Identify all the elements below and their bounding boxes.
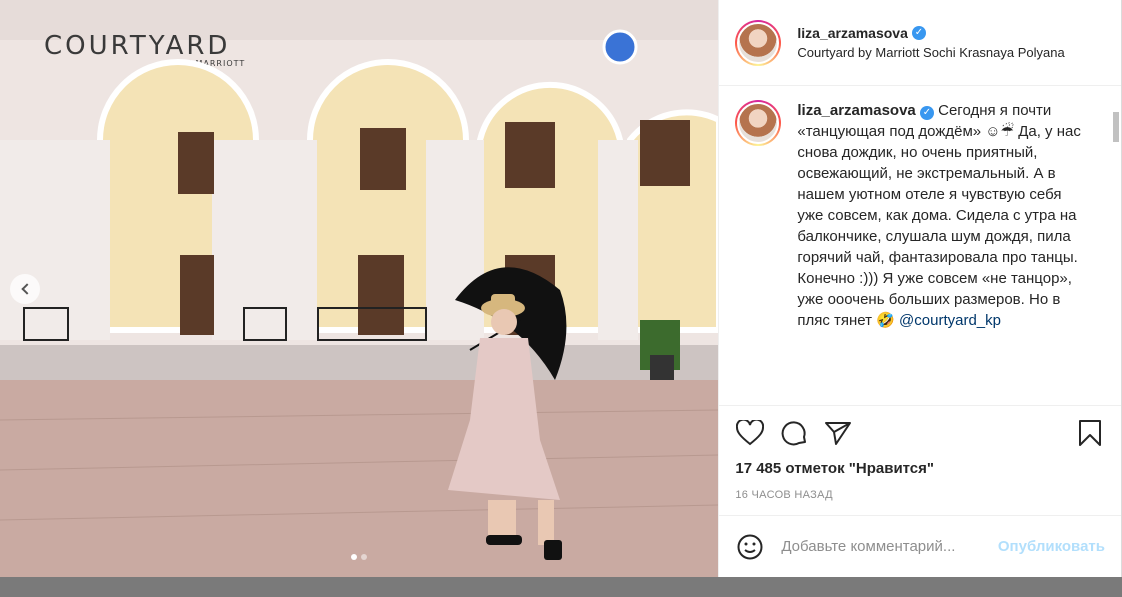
caption-text: Сегодня я почти «танцующая под дождём» ☺… (797, 102, 1081, 329)
building-sign: COURTYARD (44, 31, 230, 61)
caption-avatar[interactable] (735, 100, 782, 146)
comments-scrollbar[interactable] (1113, 106, 1119, 266)
photo-illustration: COURTYARD BY MARRIOTT (0, 0, 719, 577)
verified-badge-icon: ✓ (911, 26, 926, 40)
chevron-left-icon (21, 283, 33, 295)
verified-badge-icon: ✓ (919, 106, 934, 120)
like-heart-icon[interactable] (735, 418, 765, 448)
add-comment-form: Опубликовать (719, 515, 1121, 577)
post-side-panel: liza_arzamasova ✓ Courtyard by Marriott … (718, 0, 1121, 577)
emoji-icon[interactable] (735, 532, 765, 562)
likes-count[interactable]: 17 485 отметок "Нравится" (735, 460, 1105, 477)
page-backdrop (0, 577, 1122, 597)
post-dialog: COURTYARD BY MARRIOTT liza_arzamasova ✓ … (0, 0, 1122, 577)
share-paper-plane-icon[interactable] (823, 418, 853, 448)
comment-bubble-icon[interactable] (779, 418, 809, 448)
comment-input[interactable] (781, 538, 998, 555)
publish-button[interactable]: Опубликовать (998, 538, 1105, 555)
location-link[interactable]: Courtyard by Marriott Sochi Krasnaya Pol… (797, 45, 1064, 60)
caption-mention-link[interactable]: @courtyard_kp (899, 312, 1001, 329)
post-caption: liza_arzamasova ✓ Сегодня я почти «танцу… (797, 100, 1087, 405)
post-photo[interactable]: COURTYARD BY MARRIOTT (0, 0, 719, 577)
header-username[interactable]: liza_arzamasova (797, 25, 908, 41)
carousel-prev-button[interactable] (10, 274, 40, 304)
carousel-indicator (0, 554, 718, 560)
avatar[interactable] (735, 19, 782, 66)
caption-username[interactable]: liza_arzamasova (797, 102, 915, 119)
post-timestamp[interactable]: 16 ЧАСОВ НАЗАД (735, 489, 1105, 515)
post-header: liza_arzamasova ✓ Courtyard by Marriott … (719, 0, 1121, 86)
comments-area: liza_arzamasova ✓ Сегодня я почти «танцу… (719, 86, 1121, 405)
carousel-dot (361, 554, 368, 560)
bookmark-icon[interactable] (1075, 418, 1105, 448)
carousel-dot-active (351, 554, 358, 560)
post-actions: 17 485 отметок "Нравится" 16 ЧАСОВ НАЗАД (719, 405, 1121, 515)
